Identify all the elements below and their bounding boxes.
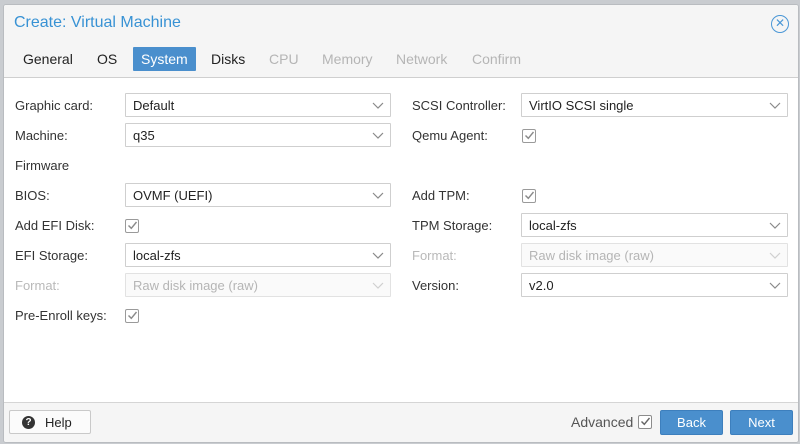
tab-confirm: Confirm	[472, 51, 522, 67]
chevron-down-icon	[372, 252, 384, 259]
tpm-storage-label: TPM Storage:	[412, 218, 493, 233]
dialog-title: Create: Virtual Machine	[14, 14, 181, 31]
chevron-down-icon	[372, 192, 384, 199]
tab-general[interactable]: General	[15, 47, 81, 71]
checkmark-icon	[525, 191, 535, 200]
efi-storage-label: EFI Storage:	[15, 248, 88, 263]
chevron-down-icon	[769, 252, 781, 259]
close-icon[interactable]: ✕	[771, 15, 789, 33]
add-efi-disk-checkbox[interactable]	[125, 219, 139, 233]
chevron-down-icon	[769, 102, 781, 109]
pre-enroll-keys-checkbox[interactable]	[125, 309, 139, 323]
machine-value: q35	[133, 128, 155, 143]
efi-storage-select[interactable]: local-zfs	[125, 243, 391, 267]
efi-storage-value: local-zfs	[133, 248, 181, 263]
graphic-card-select[interactable]: Default	[125, 93, 391, 117]
scsi-controller-value: VirtIO SCSI single	[529, 98, 634, 113]
checkmark-icon	[525, 131, 535, 140]
question-icon: ?	[22, 416, 35, 429]
graphic-card-value: Default	[133, 98, 175, 113]
efi-format-select: Raw disk image (raw)	[125, 273, 391, 297]
efi-format-value: Raw disk image (raw)	[133, 278, 258, 293]
add-tpm-label: Add TPM:	[412, 188, 470, 203]
version-value: v2.0	[529, 278, 554, 293]
dialog-titlebar: Create: Virtual Machine ✕	[4, 5, 798, 41]
tab-os[interactable]: OS	[89, 47, 125, 71]
checkmark-icon	[128, 221, 138, 230]
chevron-down-icon	[769, 222, 781, 229]
bios-select[interactable]: OVMF (UEFI)	[125, 183, 391, 207]
add-tpm-checkbox[interactable]	[522, 189, 536, 203]
chevron-down-icon	[769, 282, 781, 289]
tab-system[interactable]: System	[133, 47, 196, 71]
tpm-format-value: Raw disk image (raw)	[529, 248, 654, 263]
advanced-label: Advanced	[571, 414, 634, 430]
scsi-controller-select[interactable]: VirtIO SCSI single	[521, 93, 788, 117]
pre-enroll-keys-label: Pre-Enroll keys:	[15, 308, 107, 323]
help-button-label: Help	[45, 415, 72, 430]
help-button[interactable]: ? Help	[9, 410, 91, 434]
add-efi-disk-label: Add EFI Disk:	[15, 218, 95, 233]
chevron-down-icon	[372, 282, 384, 289]
tab-cpu: CPU	[269, 51, 299, 67]
machine-select[interactable]: q35	[125, 123, 391, 147]
tpm-storage-value: local-zfs	[529, 218, 577, 233]
tpm-storage-select[interactable]: local-zfs	[521, 213, 788, 237]
tab-network: Network	[396, 51, 448, 67]
efi-format-label: Format:	[15, 278, 60, 293]
version-label: Version:	[412, 278, 459, 293]
graphic-card-label: Graphic card:	[15, 98, 94, 113]
chevron-down-icon	[372, 132, 384, 139]
next-button[interactable]: Next	[730, 410, 793, 435]
back-button[interactable]: Back	[660, 410, 723, 435]
chevron-down-icon	[372, 102, 384, 109]
tpm-format-label: Format:	[412, 248, 457, 263]
machine-label: Machine:	[15, 128, 68, 143]
advanced-checkbox[interactable]	[638, 415, 652, 429]
tpm-format-select: Raw disk image (raw)	[521, 243, 788, 267]
version-select[interactable]: v2.0	[521, 273, 788, 297]
wizard-tabs: General OS System Disks CPU Memory Netwo…	[4, 47, 798, 75]
checkmark-icon	[641, 417, 651, 426]
create-vm-dialog: Create: Virtual Machine ✕ General OS Sys…	[3, 4, 799, 443]
bios-value: OVMF (UEFI)	[133, 188, 213, 203]
bios-label: BIOS:	[15, 188, 50, 203]
scsi-controller-label: SCSI Controller:	[412, 98, 506, 113]
qemu-agent-checkbox[interactable]	[522, 129, 536, 143]
tab-memory: Memory	[322, 51, 373, 67]
system-panel: Graphic card: Default Machine: q35 Firmw…	[4, 77, 798, 403]
tab-disks[interactable]: Disks	[203, 47, 253, 71]
qemu-agent-label: Qemu Agent:	[412, 128, 488, 143]
firmware-heading: Firmware	[15, 158, 70, 173]
checkmark-icon	[128, 311, 138, 320]
dialog-footer: ? Help Advanced Back Next	[4, 404, 798, 442]
